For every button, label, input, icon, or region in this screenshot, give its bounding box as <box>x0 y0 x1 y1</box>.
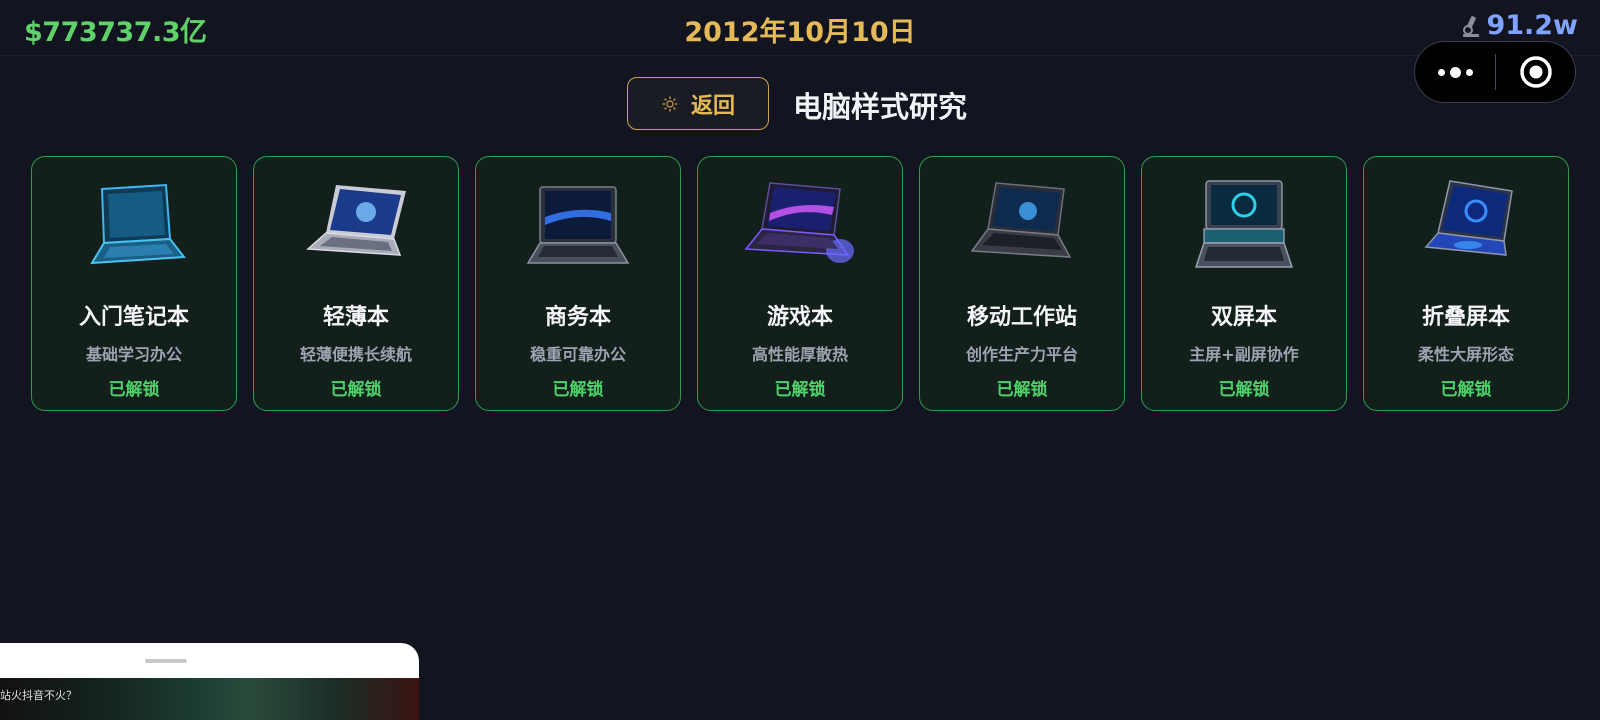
back-button[interactable]: 返回 <box>627 77 769 130</box>
card-description: 柔性大屏形态 <box>1417 345 1514 364</box>
unlock-status: 已解锁 <box>996 380 1048 400</box>
card-name: 游戏本 <box>766 305 833 330</box>
laptop-style-list: 入门笔记本 基础学习办公 已解锁 轻薄本 轻薄便携长续航 已解锁 商务本 稳重可… <box>31 156 1570 411</box>
card-name: 轻薄本 <box>322 305 389 330</box>
card-name: 移动工作站 <box>966 305 1077 330</box>
research-points: 91.2w <box>1458 10 1578 41</box>
card-gaming-laptop[interactable]: 游戏本 高性能厚散热 已解锁 <box>697 156 903 411</box>
gaming-laptop-image <box>744 182 854 263</box>
target-circle-icon[interactable] <box>1496 54 1575 90</box>
page-title: 电脑样式研究 <box>793 90 968 124</box>
drag-handle[interactable] <box>145 659 187 663</box>
unlock-status: 已解锁 <box>1218 380 1270 400</box>
floating-video-panel[interactable]: 站火抖音不火？ <box>0 643 419 720</box>
foldable-laptop-image <box>1424 180 1513 256</box>
miniprogram-capsule <box>1414 41 1576 103</box>
research-points-value: 91.2w <box>1486 10 1578 41</box>
card-description: 基础学习办公 <box>85 345 182 364</box>
card-ultrabook[interactable]: 轻薄本 轻薄便携长续航 已解锁 <box>253 156 459 411</box>
card-entry-laptop[interactable]: 入门笔记本 基础学习办公 已解锁 <box>31 156 237 411</box>
card-name: 折叠屏本 <box>1421 305 1510 330</box>
status-bar: $773737.3亿 2012年10月10日 91.2w <box>0 0 1600 56</box>
card-name: 双屏本 <box>1210 305 1277 330</box>
gear-icon <box>662 96 678 111</box>
game-date: 2012年10月10日 <box>684 17 916 48</box>
unlock-status: 已解锁 <box>774 380 826 400</box>
card-description: 主屏+副屏协作 <box>1189 345 1299 364</box>
card-mobile-workstation[interactable]: 移动工作站 创作生产力平台 已解锁 <box>919 156 1125 411</box>
more-dots-icon[interactable] <box>1415 42 1495 102</box>
card-foldable[interactable]: 折叠屏本 柔性大屏形态 已解锁 <box>1363 156 1569 411</box>
dual-screen-laptop-image <box>1194 180 1294 268</box>
card-name: 商务本 <box>544 305 611 330</box>
card-description: 稳重可靠办公 <box>529 345 626 364</box>
card-dual-screen[interactable]: 双屏本 主屏+副屏协作 已解锁 <box>1141 156 1347 411</box>
card-description: 高性能厚散热 <box>751 345 848 364</box>
microscope-icon <box>1463 15 1480 37</box>
card-description: 创作生产力平台 <box>965 345 1078 364</box>
entry-laptop-image <box>90 183 186 265</box>
ultrabook-image <box>306 185 406 256</box>
business-laptop-image <box>526 186 630 264</box>
card-description: 轻薄便携长续航 <box>299 345 412 364</box>
unlock-status: 已解锁 <box>552 380 604 400</box>
workstation-laptop-image <box>970 182 1072 258</box>
unlock-status: 已解锁 <box>108 380 160 400</box>
card-name: 入门笔记本 <box>78 305 189 330</box>
unlock-status: 已解锁 <box>330 380 382 400</box>
unlock-status: 已解锁 <box>1440 380 1492 400</box>
video-caption: 站火抖音不火？ <box>0 689 77 702</box>
back-button-label: 返回 <box>690 93 735 119</box>
card-business-laptop[interactable]: 商务本 稳重可靠办公 已解锁 <box>475 156 681 411</box>
